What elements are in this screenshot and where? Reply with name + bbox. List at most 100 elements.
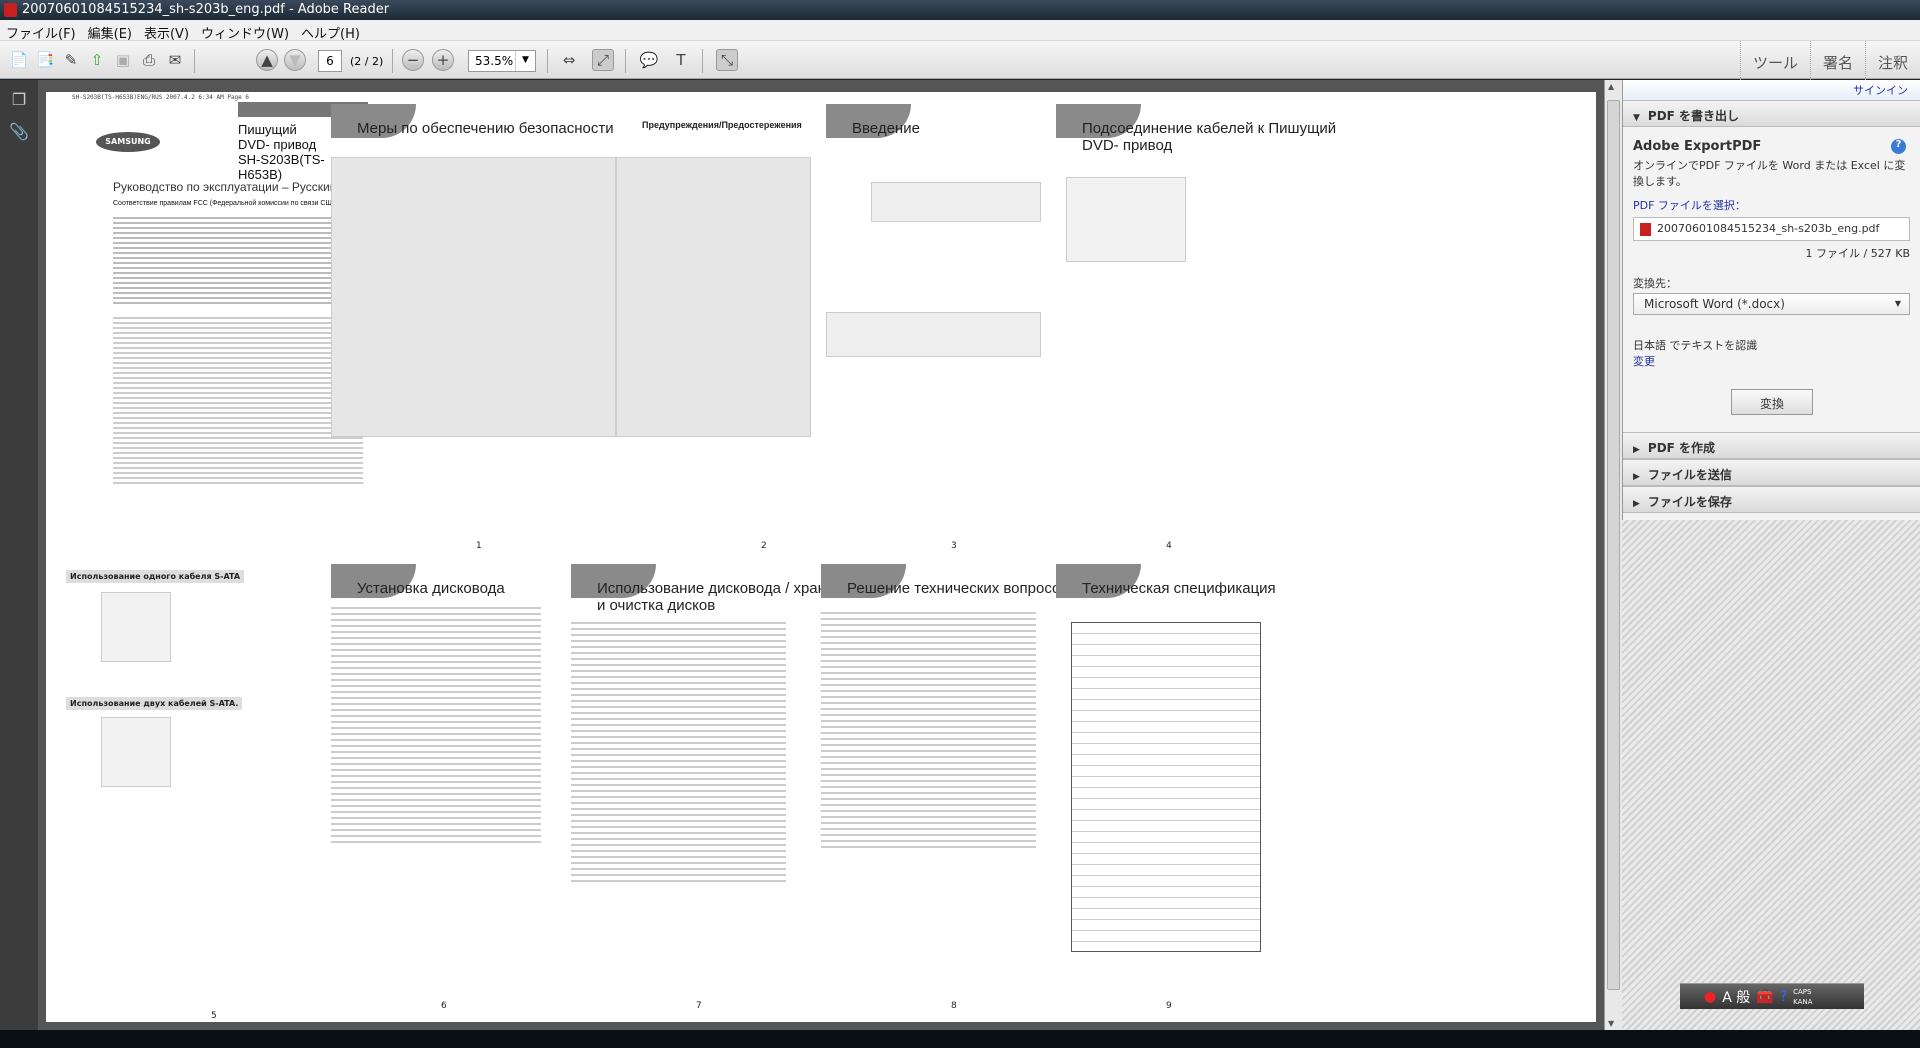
drive-front-image: [871, 182, 1041, 222]
dropdown-icon: ▼: [1894, 299, 1901, 308]
tab-tools[interactable]: ツール: [1739, 41, 1810, 84]
spec-table: [1071, 622, 1261, 952]
edit-icon[interactable]: ✎: [60, 49, 82, 71]
section-label: ファイルを保存: [1647, 495, 1732, 509]
tab-sign[interactable]: 署名: [1809, 41, 1865, 84]
pdf-app-icon: [4, 3, 17, 17]
document-view[interactable]: SH-S203B(TS-H653B)ENG/RUS 2007.4.2 6:34 …: [38, 80, 1604, 1030]
help-icon[interactable]: ?: [1891, 139, 1906, 154]
ime-help-icon[interactable]: ?: [1780, 989, 1787, 1005]
convert-button[interactable]: 変換: [1731, 389, 1813, 415]
cable-diagram: [1066, 177, 1186, 262]
zoom-out-button[interactable]: −: [402, 49, 424, 71]
drive-diagram: [101, 717, 171, 787]
section-heading: Использование одного кабеля S-ATA: [66, 570, 245, 583]
store-files-section-header[interactable]: ▶ ファイルを保存: [1623, 486, 1920, 513]
page-count: (2 / 2): [350, 55, 384, 68]
navigation-pane: ❐ 📎: [0, 80, 38, 1030]
menu-bar: ファイル(F) 編集(E) 表示(V) ウィンドウ(W) ヘルプ(H): [0, 20, 1920, 42]
window-title: 20070601084515234_sh-s203b_eng.pdf - Ado…: [22, 2, 390, 17]
page-number: 2: [761, 541, 767, 551]
sign-in-link[interactable]: サインイン: [1623, 80, 1920, 100]
create-pdf-icon[interactable]: 📑: [34, 49, 56, 71]
body-text: [571, 622, 786, 882]
ime-pad-icon[interactable]: ●: [1704, 989, 1716, 1005]
ime-tools-icon[interactable]: 🧰: [1756, 989, 1773, 1005]
separator: [625, 49, 626, 73]
title-bar: 20070601084515234_sh-s203b_eng.pdf - Ado…: [0, 0, 1920, 20]
comment-icon[interactable]: 💬: [638, 49, 660, 71]
caps-indicator: CAPS: [1793, 987, 1812, 996]
taskbar: [0, 1030, 1920, 1048]
export-title: Adobe ExportPDF: [1633, 139, 1762, 154]
separator: [702, 49, 703, 73]
samsung-logo: SAMSUNG: [96, 132, 160, 152]
export-description: オンラインでPDF ファイルを Word または Excel に変換します。: [1633, 159, 1906, 188]
full-screen-icon[interactable]: ⤡: [716, 49, 738, 71]
convert-to-label: 変換先：: [1633, 277, 1677, 290]
selected-file[interactable]: 20070601084515234_sh-s203b_eng.pdf: [1633, 217, 1910, 241]
ime-mode[interactable]: A 般: [1722, 987, 1750, 1007]
ocr-language-text: 日本語 でテキストを認識: [1633, 339, 1758, 352]
drive-diagram: [101, 592, 171, 662]
body-text: [821, 612, 1036, 852]
scrollbar-thumb[interactable]: [1607, 100, 1620, 990]
fit-width-icon[interactable]: ⇔: [558, 49, 580, 71]
page-number: 8: [951, 1001, 957, 1011]
page-heading: Меры по обеспечению безопасности: [357, 120, 614, 137]
expand-icon: ▶: [1633, 445, 1640, 455]
previous-page-button[interactable]: ▲: [256, 49, 278, 71]
panel-empty-area: [1622, 520, 1920, 1030]
print-icon[interactable]: ⎙: [138, 49, 160, 71]
zoom-in-button[interactable]: +: [432, 49, 454, 71]
page-number: 9: [1166, 1001, 1172, 1011]
next-page-button[interactable]: ▼: [284, 49, 306, 71]
file-info: 1 ファイル / 527 KB: [1805, 247, 1910, 260]
scroll-up-icon[interactable]: ▲: [1608, 82, 1614, 91]
tab-comment[interactable]: 注釈: [1864, 41, 1920, 84]
cover-subtitle: Руководство по эксплуатации – Русский яз: [113, 180, 352, 194]
save-icon[interactable]: ▣: [112, 49, 134, 71]
page-number: 3: [951, 541, 957, 551]
separator: [392, 49, 393, 73]
zoom-dropdown-icon[interactable]: ▼: [515, 51, 535, 71]
file-name: 20070601084515234_sh-s203b_eng.pdf: [1657, 222, 1880, 235]
collapse-icon: ▼: [1633, 113, 1640, 123]
email-icon[interactable]: ✉: [164, 49, 186, 71]
section-heading: Использование двух кабелей S-ATA.: [66, 697, 243, 710]
expand-icon: ▶: [1633, 499, 1640, 509]
page-heading: Подсоединение кабелей к Пишущий DVD- при…: [1082, 120, 1337, 154]
page-1: Меры по обеспечению безопасности 1: [331, 92, 631, 551]
upload-cloud-icon[interactable]: ⇧: [86, 49, 108, 71]
page-number-input[interactable]: 6: [318, 50, 342, 72]
select-file-label: PDF ファイルを選択：: [1633, 199, 1746, 212]
page-number: 7: [696, 1001, 702, 1011]
section-label: PDF を書き出し: [1647, 109, 1740, 123]
separator: [547, 49, 548, 73]
convert-to-select[interactable]: Microsoft Word (*.docx) ▼: [1633, 293, 1910, 315]
page-number: 5: [211, 1011, 217, 1021]
fcc-heading: Соответствие правилам FCC (Федеральной к…: [113, 200, 339, 207]
page-number: 6: [441, 1001, 447, 1011]
document-page: SH-S203B(TS-H653B)ENG/RUS 2007.4.2 6:34 …: [46, 92, 1596, 1022]
illustration-block: [331, 157, 616, 437]
page-number: 1: [476, 541, 482, 551]
export-pdf-section-header[interactable]: ▼ PDF を書き出し: [1623, 100, 1920, 127]
create-pdf-section-header[interactable]: ▶ PDF を作成: [1623, 432, 1920, 459]
page-5: Использование одного кабеля S-ATA Использ…: [66, 562, 366, 1021]
kana-indicator: KANA: [1793, 997, 1813, 1006]
section-label: PDF を作成: [1647, 441, 1716, 455]
ime-language-bar[interactable]: ● A 般 🧰 ? CAPS KANA: [1680, 983, 1864, 1009]
highlight-text-icon[interactable]: T: [670, 49, 692, 71]
change-language-link[interactable]: 変更: [1633, 353, 1910, 369]
open-icon[interactable]: 📄: [8, 49, 30, 71]
toolbar: 📄 📑 ✎ ⇧ ▣ ⎙ ✉ ▲ ▼ 6 (2 / 2) − + 53.5% ▼ …: [0, 41, 1920, 84]
separator: [194, 49, 195, 73]
page-number: 4: [1166, 541, 1172, 551]
scroll-down-icon[interactable]: ▼: [1608, 1019, 1614, 1028]
attachments-icon[interactable]: 📎: [8, 122, 30, 144]
vertical-scrollbar[interactable]: ▲ ▼: [1604, 80, 1622, 1030]
page-thumbnails-icon[interactable]: ❐: [8, 90, 30, 112]
fit-page-icon[interactable]: ⤢: [592, 49, 614, 71]
send-files-section-header[interactable]: ▶ ファイルを送信: [1623, 459, 1920, 486]
